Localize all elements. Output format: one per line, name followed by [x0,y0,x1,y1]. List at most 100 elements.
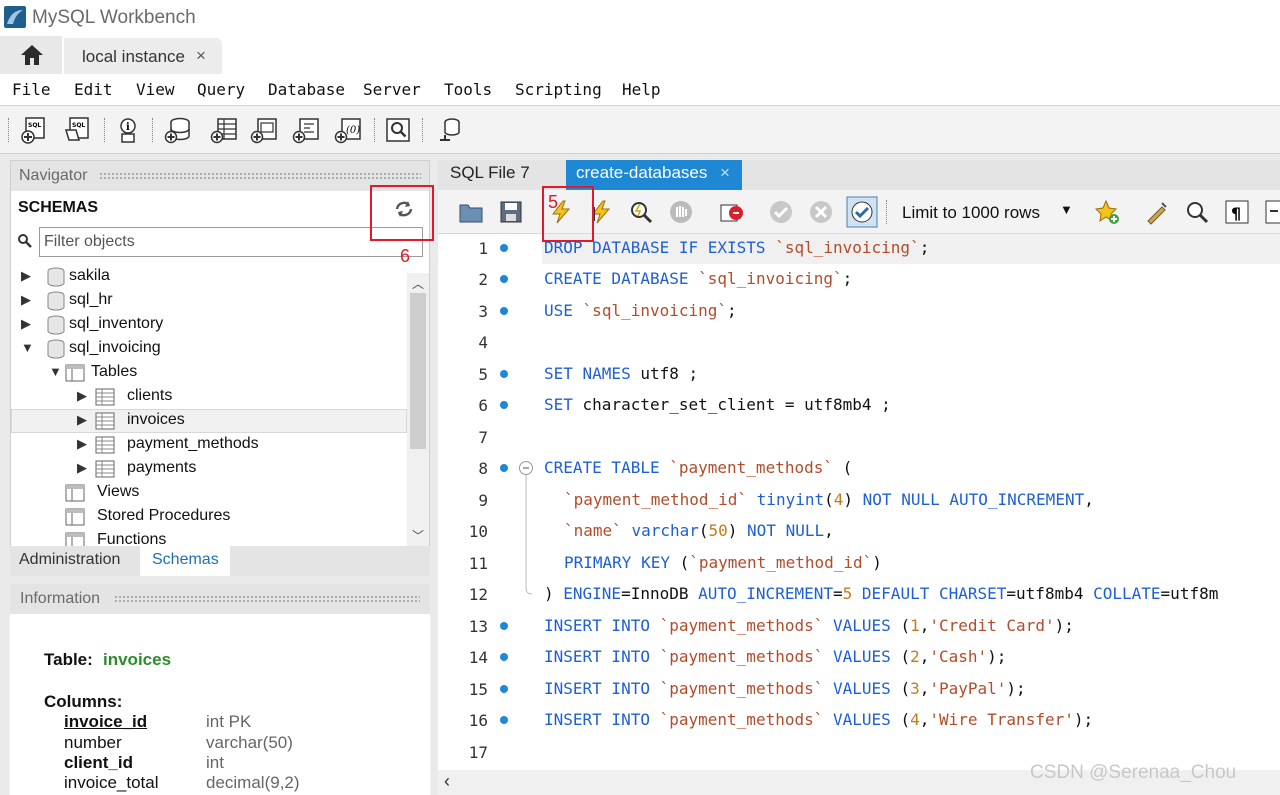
create-function-icon[interactable]: (0) [334,116,362,144]
menu-tools[interactable]: Tools [444,80,492,99]
line-number: 6 [478,396,488,415]
create-table-icon[interactable] [210,116,238,144]
create-view-icon[interactable] [250,116,278,144]
tab-administration[interactable]: Administration [10,546,140,576]
open-file-icon[interactable] [458,199,484,225]
tree-item-invoices[interactable]: ▶ invoices [75,409,395,433]
expand-arrow-icon[interactable]: ▶ [21,268,31,284]
menu-help[interactable]: Help [622,80,661,99]
schema-label: sakila [69,267,110,284]
home-icon [21,45,43,65]
statement-marker-icon[interactable] [500,244,508,252]
menu-file[interactable]: File [12,80,51,99]
sql-editor[interactable]: 1 2 3 4 5 6 7 8 9 10 11 12 13 14 15 16 1… [438,234,1280,770]
toolbar-separator [374,118,376,142]
line-number: 8 [478,459,488,478]
tree-item-tables[interactable]: ▼ Tables [47,361,397,385]
tree-item-functions[interactable]: Functions [65,529,395,547]
statement-marker-icon[interactable] [500,370,508,378]
expand-arrow-icon[interactable]: ▶ [77,460,87,476]
create-procedure-icon[interactable] [292,116,320,144]
main-toolbar: SQL SQL i (0) [0,106,1280,154]
new-sql-tab-icon[interactable]: SQL [20,116,48,144]
statement-marker-icon[interactable] [500,401,508,409]
expand-arrow-icon[interactable]: ▶ [21,292,31,308]
search-table-data-icon[interactable] [384,116,412,144]
statement-marker-icon[interactable] [500,685,508,693]
code-line-8: CREATE TABLE `payment_methods` ( [544,458,853,477]
schema-label: sql_hr [69,291,113,308]
limit-rows-value: Limit to 1000 rows [902,203,1040,222]
statement-marker-icon[interactable] [500,716,508,724]
menu-view[interactable]: View [136,80,175,99]
inspector-icon[interactable]: i [114,116,142,144]
expand-arrow-icon[interactable]: ▶ [77,388,87,404]
statement-marker-icon[interactable] [500,464,508,472]
save-icon[interactable] [498,199,524,225]
statement-marker-icon[interactable] [500,622,508,630]
tree-item-sql-hr[interactable]: ▶ sql_hr [19,289,399,313]
menu-query[interactable]: Query [197,80,245,99]
tree-item-sakila[interactable]: ▶ sakila [19,265,399,289]
add-snippet-icon[interactable] [1094,199,1120,225]
folder-icon [65,484,85,502]
statement-marker-icon[interactable] [500,275,508,283]
collapse-arrow-icon[interactable]: ▼ [21,340,34,355]
rollback-icon[interactable] [808,199,834,225]
expand-arrow-icon[interactable]: ▶ [77,436,87,452]
menu-database[interactable]: Database [268,80,345,99]
column-name: number [64,733,122,752]
statement-marker-icon[interactable] [500,653,508,661]
local-instance-tab[interactable]: local instance × [64,38,222,74]
home-tab[interactable] [0,36,62,74]
invisible-chars-icon[interactable]: ¶ [1224,199,1250,225]
fold-marker-icon[interactable] [518,460,534,600]
close-tab-icon[interactable]: × [196,46,206,66]
menu-edit[interactable]: Edit [74,80,113,99]
schema-label: sql_invoicing [69,339,161,356]
tab-sql-file-7[interactable]: SQL File 7 [438,160,558,190]
stop-icon[interactable] [668,199,694,225]
code-line-2: CREATE DATABASE `sql_invoicing`; [544,269,853,288]
open-sql-script-icon[interactable]: SQL [64,116,92,144]
commit-icon[interactable] [768,199,794,225]
scroll-left-icon[interactable]: ‹ [444,771,450,792]
autocommit-toggle-icon[interactable] [846,196,878,228]
close-tab-icon[interactable]: × [720,163,730,183]
toolbar-separator [422,118,424,142]
tree-item-sql-inventory[interactable]: ▶ sql_inventory [19,313,399,337]
beautify-icon[interactable] [1144,199,1170,225]
schemas-title: SCHEMAS [18,199,99,216]
tree-item-sql-invoicing[interactable]: ▼ sql_invoicing [19,337,399,361]
statement-marker-icon[interactable] [500,307,508,315]
menu-scripting[interactable]: Scripting [515,80,602,99]
tree-item-clients[interactable]: ▶ clients [75,385,395,409]
scroll-down-icon[interactable]: ﹀ [412,527,424,544]
collapse-arrow-icon[interactable]: ▼ [49,364,62,379]
tree-item-stored-procedures[interactable]: Stored Procedures [65,505,395,529]
line-number: 1 [478,239,488,258]
scroll-up-icon[interactable]: ︿ [412,275,424,292]
expand-arrow-icon[interactable]: ▶ [77,412,87,428]
tree-item-payment-methods[interactable]: ▶ payment_methods [75,433,395,457]
toggle-error-stop-icon[interactable] [718,199,744,225]
line-number: 15 [468,680,488,699]
explain-icon[interactable] [628,199,654,225]
navigator-tabs: Administration Schemas [10,546,430,576]
reconnect-icon[interactable] [436,116,464,144]
find-icon[interactable] [1184,199,1210,225]
code-line-6: SET character_set_client = utf8mb4 ; [544,395,891,414]
tree-item-views[interactable]: Views [65,481,395,505]
menu-server[interactable]: Server [363,80,421,99]
table-label: invoices [127,411,185,428]
filter-objects-input[interactable] [40,228,422,256]
tree-item-payments[interactable]: ▶ payments [75,457,395,481]
expand-arrow-icon[interactable]: ▶ [21,316,31,332]
table-icon [95,388,115,406]
limit-rows-select[interactable]: Limit to 1000 rows ▼ [892,197,1082,227]
navigator-scroll-thumb[interactable] [410,293,426,449]
create-schema-icon[interactable] [164,116,192,144]
column-type: int PK [206,712,252,731]
tab-schemas[interactable]: Schemas [140,546,230,576]
wrap-lines-icon[interactable] [1264,199,1280,225]
